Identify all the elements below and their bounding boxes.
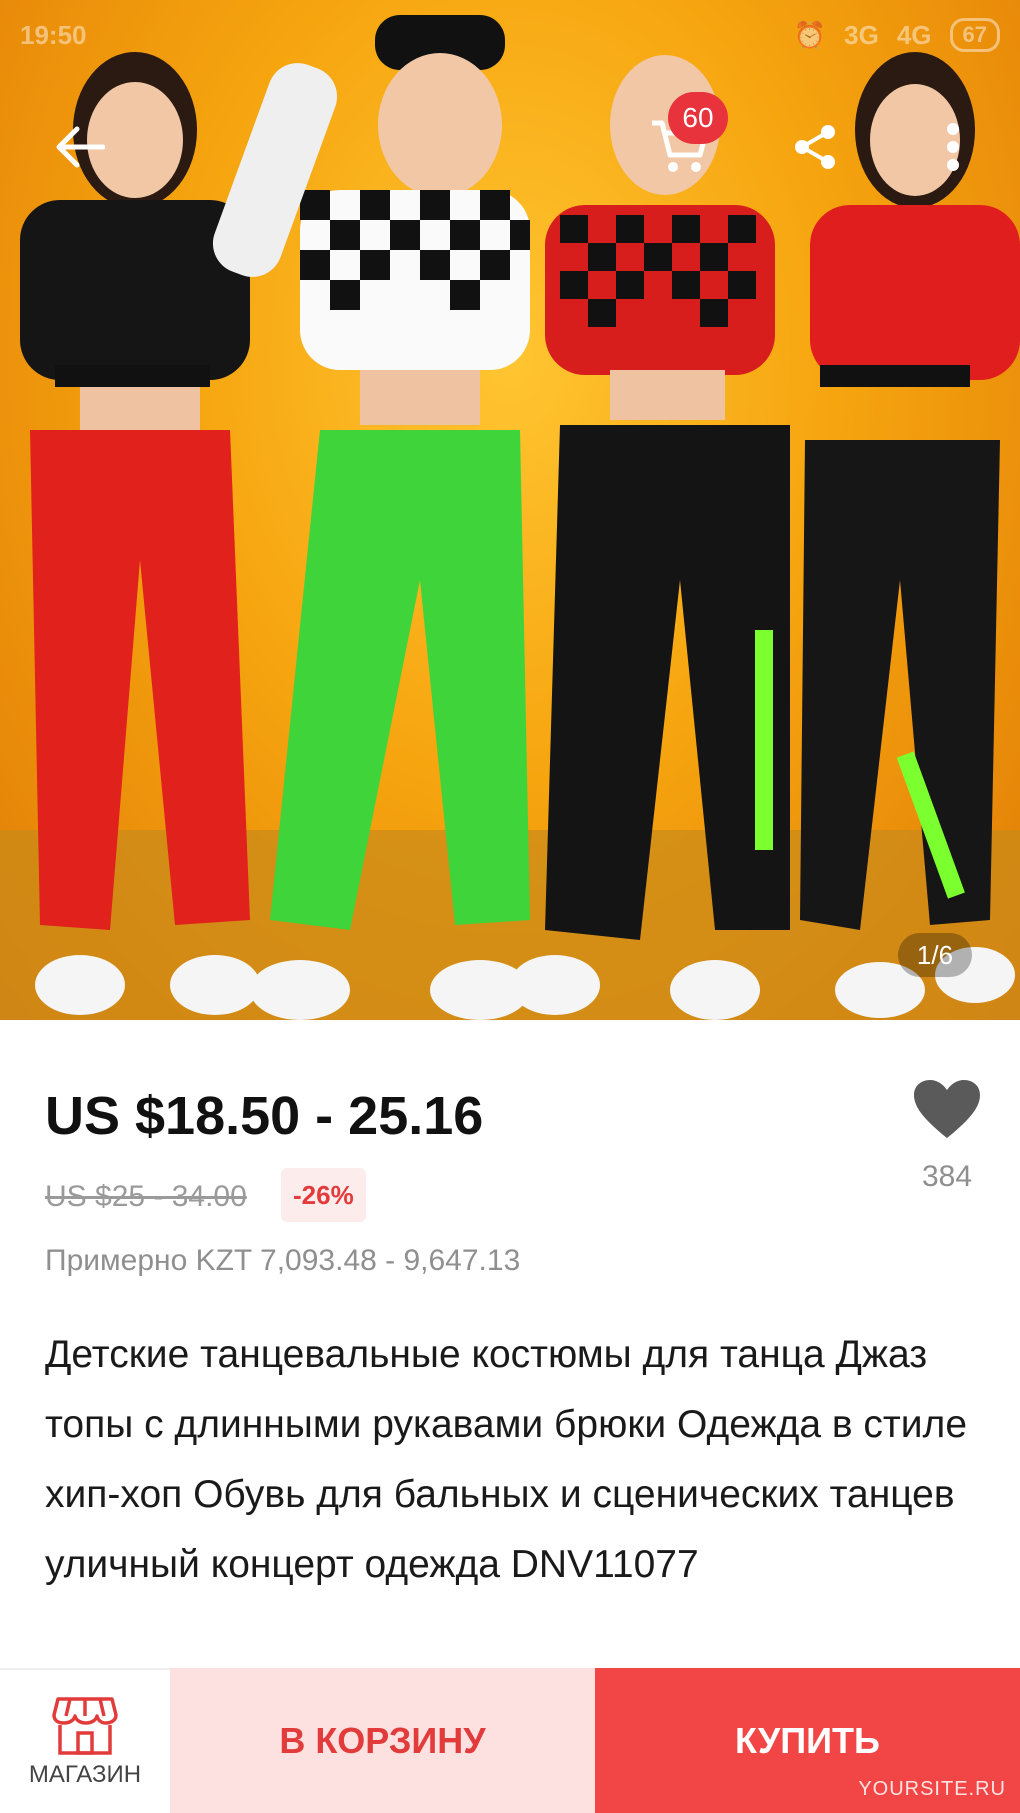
- gallery-page-indicator: 1/6: [898, 933, 972, 977]
- alarm-icon: ⏰: [793, 19, 827, 50]
- cart-count-badge: 60: [668, 92, 728, 144]
- wishlist-button[interactable]: [912, 1078, 982, 1140]
- store-icon: [52, 1696, 118, 1755]
- status-time: 19:50: [20, 19, 87, 50]
- product-image-gallery[interactable]: 19:50 ⏰ 3G 4G 67 60 1/6: [0, 0, 1020, 1020]
- battery-indicator: 67: [949, 18, 1000, 52]
- add-to-cart-button[interactable]: В КОРЗИНУ: [170, 1668, 595, 1813]
- more-vertical-icon: [947, 123, 959, 171]
- product-title: Детские танцевальные костюмы для танца Д…: [45, 1333, 968, 1586]
- wishlist-count: 384: [921, 1160, 973, 1193]
- share-button[interactable]: [780, 112, 850, 182]
- signal-3g: 3G: [844, 19, 879, 50]
- approx-local-price: Примерно KZT 7,093.48 - 9,647.13: [45, 1244, 521, 1277]
- original-price: US $25 - 34.00: [45, 1180, 247, 1213]
- back-button[interactable]: [45, 112, 115, 182]
- store-label: МАГАЗИН: [28, 1760, 142, 1788]
- status-bar: 19:50 ⏰ 3G 4G 67: [0, 0, 1020, 70]
- signal-4g: 4G: [896, 19, 932, 50]
- share-icon: [795, 125, 835, 169]
- product-photo: [0, 15, 1020, 1020]
- store-button[interactable]: МАГАЗИН: [0, 1668, 170, 1813]
- more-options-button[interactable]: [918, 112, 988, 182]
- discount-badge: -26%: [281, 1168, 366, 1222]
- product-price: US $18.50 - 25.16: [45, 1086, 484, 1146]
- watermark: YOURSITE.RU: [858, 1778, 1006, 1800]
- heart-icon: [914, 1080, 980, 1138]
- arrow-left-icon: [56, 126, 105, 168]
